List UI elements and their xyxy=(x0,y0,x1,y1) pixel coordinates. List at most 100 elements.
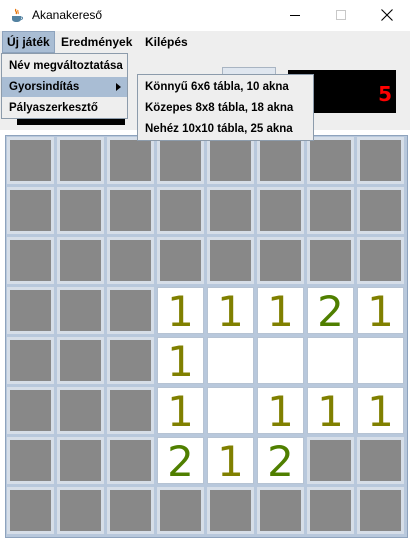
new-game-dropdown: Név megváltoztatása Gyorsindítás Pályasz… xyxy=(1,53,128,119)
menu-item-change-name[interactable]: Név megváltoztatása xyxy=(2,56,127,76)
quick-start-submenu: Könnyű 6x6 tábla, 10 akna Közepes 8x8 tá… xyxy=(137,74,314,141)
menu-results[interactable]: Eredmények xyxy=(57,31,136,53)
window-title: Akanakereső xyxy=(32,8,103,22)
covered-cell[interactable] xyxy=(307,487,354,534)
close-icon xyxy=(381,9,393,21)
revealed-cell[interactable]: 1 xyxy=(157,337,204,386)
covered-cell[interactable] xyxy=(107,187,154,234)
covered-cell[interactable] xyxy=(307,437,354,484)
covered-cell[interactable] xyxy=(257,237,304,284)
submenu-arrow-icon xyxy=(116,83,121,91)
covered-cell[interactable] xyxy=(7,487,54,534)
covered-cell[interactable] xyxy=(107,487,154,534)
covered-cell[interactable] xyxy=(7,287,54,334)
cell-number: 1 xyxy=(167,387,194,436)
revealed-cell[interactable]: 1 xyxy=(157,287,204,336)
covered-cell[interactable] xyxy=(207,187,254,234)
revealed-cell[interactable]: 1 xyxy=(157,387,204,436)
revealed-cell[interactable] xyxy=(207,387,254,434)
cell-number: 2 xyxy=(317,287,344,336)
covered-cell[interactable] xyxy=(107,237,154,284)
revealed-cell[interactable]: 2 xyxy=(257,437,304,486)
menu-item-quick-start[interactable]: Gyorsindítás xyxy=(2,77,127,97)
covered-cell[interactable] xyxy=(57,437,104,484)
revealed-cell[interactable]: 2 xyxy=(307,287,354,336)
menu-item-medium[interactable]: Közepes 8x8 tábla, 18 akna xyxy=(138,98,313,118)
revealed-cell[interactable] xyxy=(357,337,404,384)
revealed-cell[interactable] xyxy=(207,337,254,384)
menu-item-quick-start-label: Gyorsindítás xyxy=(9,81,80,93)
covered-cell[interactable] xyxy=(107,337,154,384)
cell-number: 1 xyxy=(217,287,244,336)
covered-cell[interactable] xyxy=(57,487,104,534)
covered-cell[interactable] xyxy=(307,237,354,284)
covered-cell[interactable] xyxy=(57,337,104,384)
revealed-cell[interactable]: 1 xyxy=(357,287,404,336)
covered-cell[interactable] xyxy=(157,137,204,184)
covered-cell[interactable] xyxy=(7,187,54,234)
revealed-cell[interactable] xyxy=(307,337,354,384)
covered-cell[interactable] xyxy=(207,137,254,184)
mine-counter-value: 5 xyxy=(378,82,392,106)
java-cup-icon xyxy=(10,8,24,23)
covered-cell[interactable] xyxy=(357,237,404,284)
revealed-cell[interactable]: 1 xyxy=(357,387,404,436)
covered-cell[interactable] xyxy=(107,287,154,334)
covered-cell[interactable] xyxy=(7,387,54,434)
covered-cell[interactable] xyxy=(257,137,304,184)
revealed-cell[interactable] xyxy=(257,337,304,384)
maximize-icon xyxy=(336,10,346,20)
cell-number: 1 xyxy=(367,387,394,436)
covered-cell[interactable] xyxy=(107,137,154,184)
revealed-cell[interactable]: 1 xyxy=(257,387,304,436)
revealed-cell[interactable]: 2 xyxy=(157,437,204,486)
cell-number: 2 xyxy=(267,437,294,486)
title-bar: Akanakereső xyxy=(0,0,410,31)
menu-item-level-editor[interactable]: Pályaszerkesztő xyxy=(2,98,127,118)
covered-cell[interactable] xyxy=(357,437,404,484)
covered-cell[interactable] xyxy=(57,287,104,334)
menu-bar: Új játék Eredmények Kilépés xyxy=(0,31,410,53)
covered-cell[interactable] xyxy=(157,187,204,234)
cell-number: 1 xyxy=(217,437,244,486)
covered-cell[interactable] xyxy=(357,137,404,184)
covered-cell[interactable] xyxy=(7,137,54,184)
covered-cell[interactable] xyxy=(257,187,304,234)
menu-item-easy[interactable]: Könnyű 6x6 tábla, 10 akna xyxy=(138,77,313,97)
covered-cell[interactable] xyxy=(57,237,104,284)
covered-cell[interactable] xyxy=(207,237,254,284)
covered-cell[interactable] xyxy=(7,337,54,384)
cell-number: 1 xyxy=(167,337,194,386)
cell-number: 1 xyxy=(317,387,344,436)
covered-cell[interactable] xyxy=(7,237,54,284)
covered-cell[interactable] xyxy=(357,187,404,234)
covered-cell[interactable] xyxy=(57,187,104,234)
covered-cell[interactable] xyxy=(257,487,304,534)
revealed-cell[interactable]: 1 xyxy=(207,287,254,336)
covered-cell[interactable] xyxy=(157,237,204,284)
maximize-button[interactable] xyxy=(318,0,364,31)
menu-item-hard[interactable]: Nehéz 10x10 tábla, 25 akna xyxy=(138,119,313,139)
close-button[interactable] xyxy=(364,0,410,31)
revealed-cell[interactable]: 1 xyxy=(207,437,254,486)
cell-number: 1 xyxy=(167,287,194,336)
covered-cell[interactable] xyxy=(7,437,54,484)
covered-cell[interactable] xyxy=(107,437,154,484)
covered-cell[interactable] xyxy=(307,137,354,184)
minimize-icon xyxy=(290,15,300,16)
covered-cell[interactable] xyxy=(157,487,204,534)
menu-exit[interactable]: Kilépés xyxy=(141,31,192,53)
covered-cell[interactable] xyxy=(307,187,354,234)
game-board: 1112111111212 xyxy=(5,135,408,538)
covered-cell[interactable] xyxy=(357,487,404,534)
revealed-cell[interactable]: 1 xyxy=(307,387,354,436)
menu-new-game[interactable]: Új játék xyxy=(2,31,55,53)
covered-cell[interactable] xyxy=(57,387,104,434)
covered-cell[interactable] xyxy=(207,487,254,534)
cell-number: 2 xyxy=(167,437,194,486)
covered-cell[interactable] xyxy=(107,387,154,434)
revealed-cell[interactable]: 1 xyxy=(257,287,304,336)
covered-cell[interactable] xyxy=(57,137,104,184)
cell-number: 1 xyxy=(367,287,394,336)
minimize-button[interactable] xyxy=(272,0,318,31)
